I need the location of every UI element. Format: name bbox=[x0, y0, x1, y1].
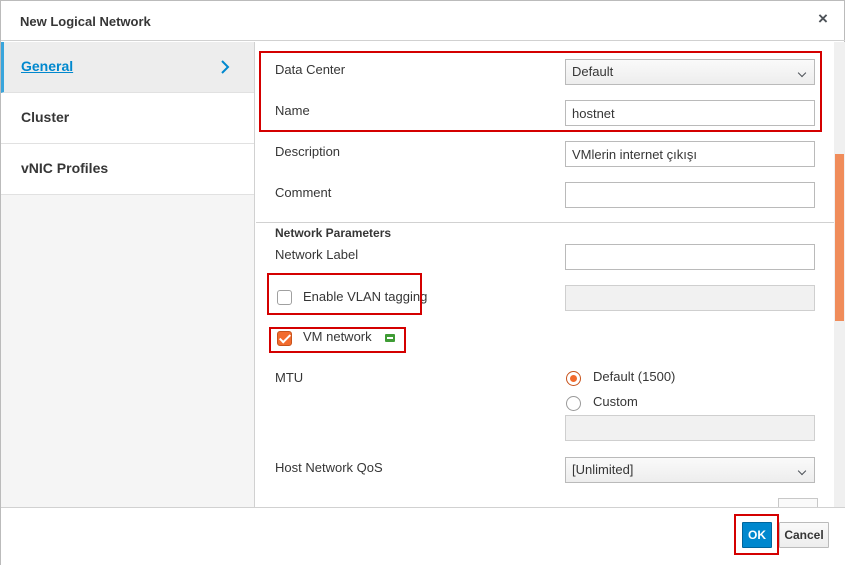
sidebar-item-label: vNIC Profiles bbox=[21, 160, 109, 176]
vm-network-checkbox[interactable] bbox=[277, 331, 292, 346]
network-parameters-heading: Network Parameters bbox=[275, 226, 392, 240]
network-label-input[interactable] bbox=[565, 244, 815, 270]
cancel-button[interactable]: Cancel bbox=[779, 522, 829, 548]
mtu-label: MTU bbox=[275, 370, 304, 385]
comment-input[interactable] bbox=[565, 182, 815, 208]
chevron-right-icon bbox=[221, 60, 230, 74]
sidebar-item-cluster[interactable]: Cluster bbox=[1, 93, 254, 144]
vm-icon bbox=[385, 334, 395, 342]
data-center-label: Data Center bbox=[275, 62, 346, 77]
dialog-footer bbox=[1, 507, 845, 565]
enable-vlan-tagging-checkbox[interactable] bbox=[277, 290, 292, 305]
name-label: Name bbox=[275, 103, 310, 118]
dialog-header: New Logical Network × bbox=[1, 1, 845, 41]
section-divider bbox=[256, 222, 834, 223]
sidebar-item-vnic-profiles[interactable]: vNIC Profiles bbox=[1, 144, 254, 195]
host-network-qos-label: Host Network QoS bbox=[275, 460, 383, 475]
sidebar-item-label: General bbox=[21, 58, 74, 74]
mtu-default-radio[interactable] bbox=[566, 371, 581, 386]
partially-hidden-button[interactable] bbox=[778, 498, 818, 507]
vlan-id-input[interactable] bbox=[565, 285, 815, 311]
data-center-select[interactable]: Default bbox=[565, 59, 815, 85]
data-center-value: Default bbox=[572, 64, 614, 79]
enable-vlan-tagging-label: Enable VLAN tagging bbox=[303, 289, 428, 304]
host-network-qos-select[interactable]: [Unlimited] bbox=[565, 457, 815, 483]
network-label-label: Network Label bbox=[275, 247, 359, 262]
dialog-title: New Logical Network bbox=[20, 14, 151, 29]
mtu-default-label: Default (1500) bbox=[593, 369, 676, 384]
sidebar-item-general[interactable]: General bbox=[1, 42, 254, 93]
mtu-custom-radio[interactable] bbox=[566, 396, 581, 411]
scrollbar-thumb[interactable] bbox=[835, 154, 844, 321]
description-label: Description bbox=[275, 144, 341, 159]
close-icon[interactable]: × bbox=[815, 10, 831, 28]
sidebar-item-label: Cluster bbox=[21, 109, 70, 125]
host-network-qos-value: [Unlimited] bbox=[572, 462, 634, 477]
mtu-custom-input[interactable] bbox=[565, 415, 815, 441]
comment-label: Comment bbox=[275, 185, 332, 200]
ok-button[interactable]: OK bbox=[742, 522, 772, 548]
chevron-down-icon bbox=[797, 68, 807, 78]
sidebar: General Cluster vNIC Profiles bbox=[1, 42, 255, 507]
vm-network-label: VM network bbox=[303, 329, 372, 344]
chevron-down-icon bbox=[797, 466, 807, 476]
new-logical-network-dialog: New Logical Network × General Cluster vN… bbox=[0, 0, 845, 565]
name-input[interactable] bbox=[565, 100, 815, 126]
mtu-custom-label: Custom bbox=[593, 394, 638, 409]
description-input[interactable] bbox=[565, 141, 815, 167]
